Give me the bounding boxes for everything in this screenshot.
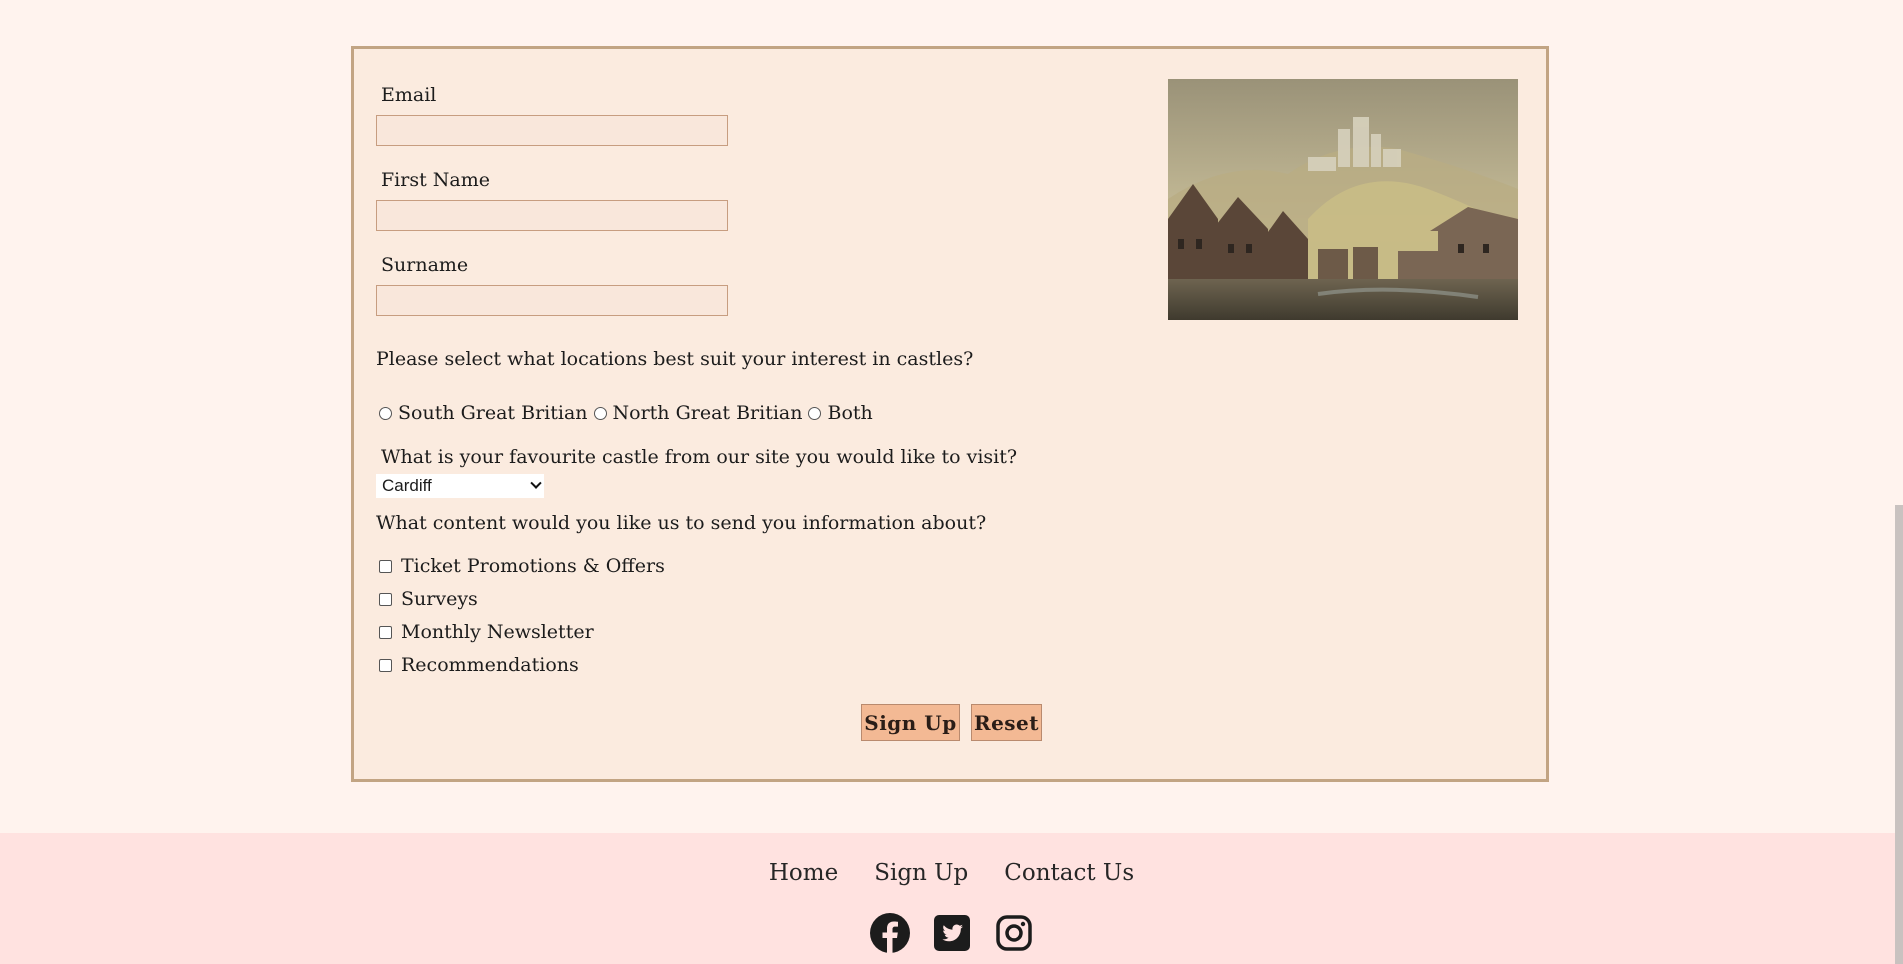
- page-scrollbar[interactable]: [1895, 505, 1903, 964]
- footer-link-signup[interactable]: Sign Up: [874, 860, 968, 886]
- signup-form: Email First Name Surname Please select w…: [351, 46, 1549, 782]
- content-option-recommendations: Recommendations: [376, 654, 579, 676]
- radio-both-label: Both: [827, 402, 873, 424]
- social-links: [0, 913, 1903, 953]
- footer-nav: Home Sign Up Contact Us: [0, 860, 1903, 886]
- footer-link-home[interactable]: Home: [769, 860, 838, 886]
- recommendations-label: Recommendations: [401, 654, 579, 676]
- reset-button[interactable]: Reset: [971, 704, 1042, 741]
- twitter-icon[interactable]: [932, 913, 972, 953]
- castle-select-value: Cardiff: [382, 476, 432, 495]
- radio-both[interactable]: [808, 406, 822, 420]
- email-field[interactable]: [376, 115, 728, 146]
- content-question: What content would you like us to send y…: [376, 512, 987, 534]
- surname-label: Surname: [381, 254, 469, 276]
- radio-north-label: North Great Britian: [612, 402, 803, 424]
- surname-field[interactable]: [376, 285, 728, 316]
- email-label: Email: [381, 84, 437, 106]
- location-radio-group: South Great Britian North Great Britian …: [376, 402, 876, 424]
- first-name-label: First Name: [381, 169, 490, 191]
- promotions-checkbox[interactable]: [379, 559, 392, 573]
- content-option-newsletter: Monthly Newsletter: [376, 621, 594, 643]
- signup-button[interactable]: Sign Up: [861, 704, 960, 741]
- radio-south[interactable]: [379, 406, 392, 420]
- newsletter-label: Monthly Newsletter: [401, 621, 594, 643]
- first-name-field[interactable]: [376, 200, 728, 231]
- content-option-promotions: Ticket Promotions & Offers: [376, 555, 665, 577]
- radio-north[interactable]: [593, 406, 607, 420]
- recommendations-checkbox[interactable]: [379, 658, 392, 672]
- radio-south-label: South Great Britian: [398, 402, 588, 424]
- facebook-icon[interactable]: [869, 913, 910, 953]
- promotions-label: Ticket Promotions & Offers: [401, 555, 665, 577]
- castle-painting-image: [1168, 79, 1518, 320]
- content-option-surveys: Surveys: [376, 588, 478, 610]
- surveys-checkbox[interactable]: [379, 592, 392, 606]
- footer-link-contact[interactable]: Contact Us: [1004, 860, 1134, 886]
- castle-question: What is your favourite castle from our s…: [381, 446, 1018, 468]
- newsletter-checkbox[interactable]: [379, 625, 392, 639]
- footer: Home Sign Up Contact Us: [0, 833, 1903, 964]
- castle-select[interactable]: Cardiff: [376, 474, 544, 498]
- surveys-label: Surveys: [401, 588, 478, 610]
- chevron-down-icon: [530, 477, 542, 489]
- instagram-icon[interactable]: [994, 913, 1034, 953]
- location-question: Please select what locations best suit y…: [376, 348, 974, 370]
